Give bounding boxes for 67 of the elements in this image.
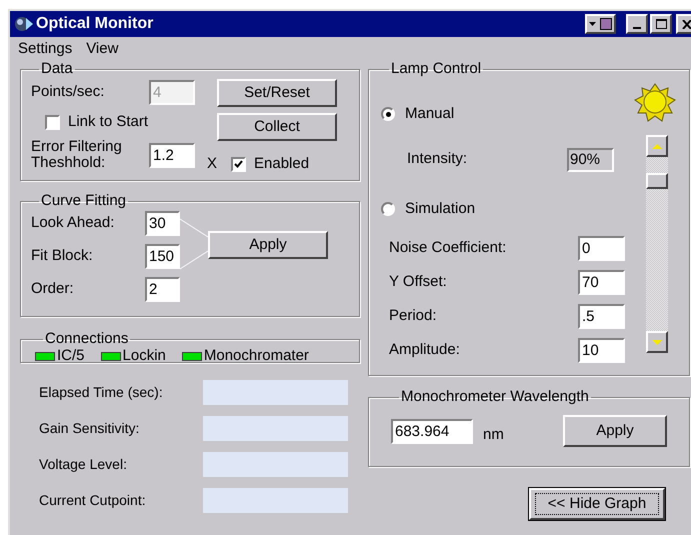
up-arrow-icon	[652, 144, 662, 148]
readout-label: Gain Sensitivity:	[39, 419, 140, 438]
wavelength-field[interactable]: 683.964	[391, 418, 473, 444]
menu-item[interactable]: Settings	[18, 38, 72, 60]
set-reset-button[interactable]: Set/Reset	[217, 79, 337, 107]
threshold-field[interactable]: 1.2	[149, 142, 195, 168]
radio-button[interactable]	[381, 107, 395, 122]
group-title: Connections	[44, 331, 130, 347]
group-title: Monochrometer Wavelength	[400, 389, 590, 405]
readout-label: Elapsed Time (sec):	[39, 383, 164, 402]
scroll-up-button[interactable]	[646, 135, 668, 157]
input-field[interactable]: 30	[145, 211, 180, 236]
minimize-button[interactable]	[626, 14, 648, 34]
group-title: Lamp Control	[390, 61, 482, 77]
field-label: Order:	[31, 279, 75, 300]
intensity-readout: 90%	[567, 148, 614, 172]
connection-label: IC/5	[57, 346, 85, 366]
window-title: Optical Monitor	[36, 14, 154, 34]
field-label: Period:	[389, 306, 438, 326]
field-label: Error Filtering Theshhold:	[31, 139, 123, 171]
apply-button[interactable]: Apply	[208, 231, 328, 259]
input-field[interactable]: 150	[145, 244, 180, 269]
slider-thumb[interactable]	[646, 172, 668, 189]
radio-label: Manual	[405, 104, 454, 124]
input-field[interactable]: 70	[578, 270, 625, 295]
group-title: Data	[40, 61, 74, 77]
caret-icon	[589, 22, 596, 26]
field-label: Y Offset:	[389, 272, 448, 292]
app-icon	[14, 15, 34, 33]
radio-button[interactable]	[381, 202, 395, 216]
input-field[interactable]: 10	[578, 338, 625, 363]
maximize-button[interactable]	[650, 14, 672, 34]
input-field[interactable]: 2	[145, 277, 180, 302]
hide-graph-button[interactable]: << Hide Graph	[529, 488, 665, 520]
unit-label: X	[207, 154, 218, 174]
connection-label: Lockin	[122, 346, 166, 366]
check-icon	[234, 160, 244, 168]
intensity-slider[interactable]	[646, 135, 668, 353]
bracket-drawing	[180, 217, 208, 271]
scroll-down-button[interactable]	[646, 331, 668, 353]
connection-label: Monochromater	[204, 346, 309, 366]
group-title: Curve Fitting	[40, 193, 128, 209]
unit-label: nm	[483, 424, 504, 445]
readout-label: Voltage Level:	[39, 455, 128, 474]
minimize-icon	[633, 27, 641, 29]
apply-button[interactable]: Apply	[563, 415, 667, 447]
readout-label: Current Cutpoint:	[39, 491, 147, 510]
maximize-icon	[656, 19, 666, 29]
field-label: Amplitude:	[389, 340, 461, 360]
radio-label: Simulation	[405, 198, 476, 218]
window-menu-button[interactable]	[585, 14, 616, 34]
close-icon	[682, 20, 691, 28]
field-label: Look Ahead:	[31, 213, 116, 234]
field-label: Noise Coefficient:	[389, 238, 508, 258]
down-arrow-icon	[652, 340, 662, 344]
checkbox[interactable]	[231, 156, 246, 172]
field-label: Points/sec:	[31, 82, 106, 102]
checkbox-label: Link to Start	[68, 112, 148, 132]
field-label: Intensity:	[407, 149, 468, 170]
collect-button[interactable]: Collect	[217, 113, 337, 141]
checkbox[interactable]	[45, 114, 60, 130]
input-field[interactable]: .5	[578, 304, 625, 329]
checkbox-label: Enabled	[254, 154, 310, 174]
input-field[interactable]: 0	[578, 236, 625, 261]
menu-item[interactable]: View	[86, 38, 118, 60]
sun-icon	[634, 83, 676, 123]
field-label: Fit Block:	[31, 246, 94, 266]
